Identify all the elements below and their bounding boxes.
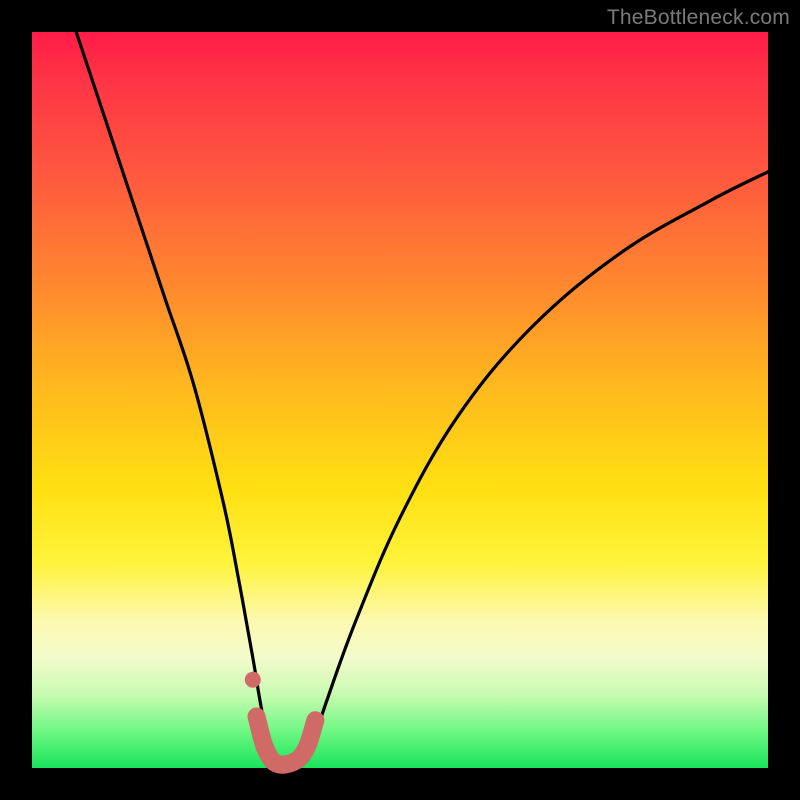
- bottleneck-curve-path: [76, 32, 768, 769]
- highlight-bottom-path: [257, 717, 316, 765]
- plot-area: [32, 32, 768, 768]
- highlight-dot: [245, 672, 261, 688]
- watermark-text: TheBottleneck.com: [607, 6, 790, 30]
- frame: TheBottleneck.com: [0, 0, 800, 800]
- chart-svg: [32, 32, 768, 768]
